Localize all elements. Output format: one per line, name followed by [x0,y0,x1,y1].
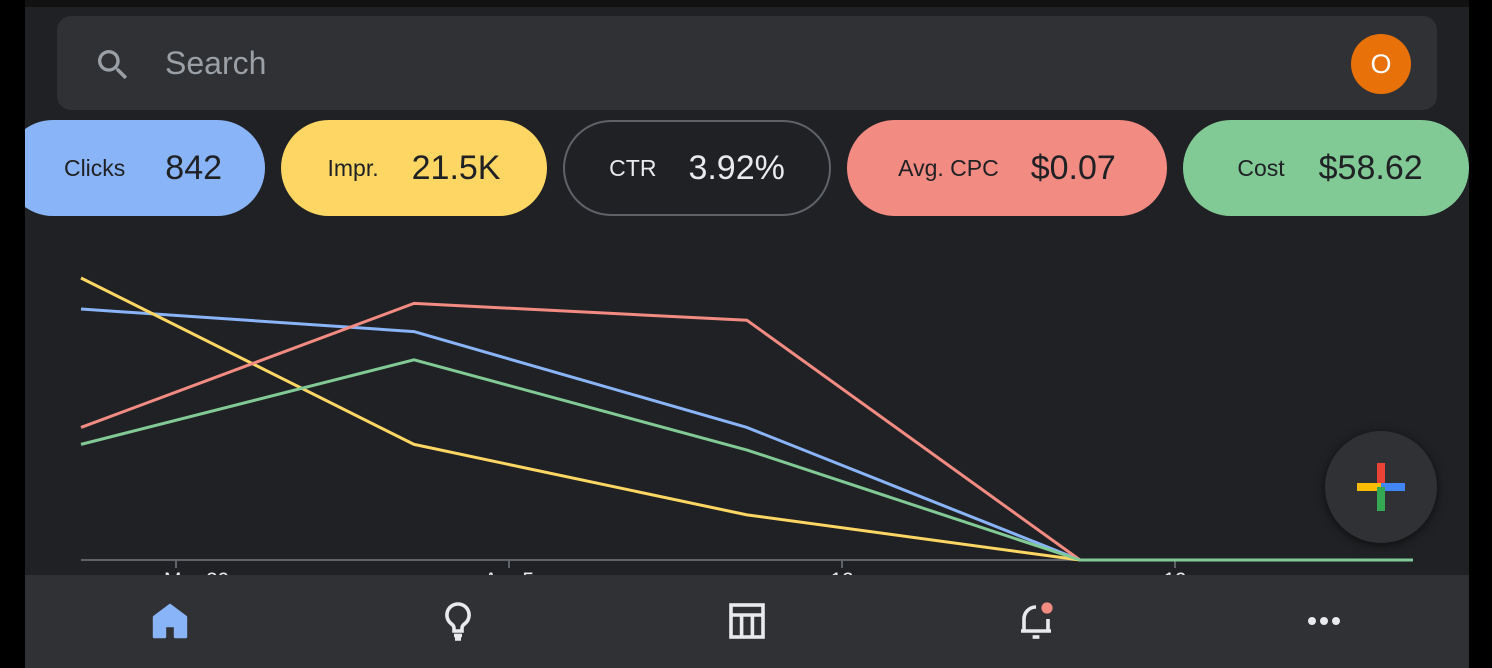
series-line-2 [80,301,1413,562]
nav-notifications[interactable] [1012,597,1060,645]
metric-label: CTR [609,154,657,181]
nav-home[interactable] [146,597,194,645]
metric-chip-cost[interactable]: Cost $58.62 [1183,120,1469,216]
performance-chart: Mar 29Apr 51219 [80,276,1413,575]
metric-label: Cost [1237,154,1285,181]
bottom-navigation [25,575,1469,668]
search-input[interactable]: Search [165,44,266,82]
metric-chip-clicks[interactable]: Clicks 842 [25,120,265,216]
series-line-0 [80,307,1413,562]
nav-recommendations[interactable] [434,597,482,645]
metric-label: Avg. CPC [898,154,999,181]
metric-value: 842 [165,148,223,187]
nav-more[interactable] [1300,597,1348,645]
status-strip [25,0,1469,7]
metric-label: Clicks [63,154,126,181]
notification-badge [1039,600,1055,616]
app-screen: Search O Clicks 842 Impr. 21.5K CTR 3.92… [25,0,1469,668]
metric-chip-ctr[interactable]: CTR 3.92% [563,120,831,216]
metric-label: Impr. [327,154,379,181]
notifications-icon [1021,600,1055,639]
metric-chip-impressions[interactable]: Impr. 21.5K [281,120,547,216]
plus-icon [1357,463,1405,511]
metric-value: $0.07 [1030,148,1116,187]
lightbulb-icon [445,602,471,641]
search-bar[interactable]: Search O [57,16,1437,110]
metric-chip-avg-cpc[interactable]: Avg. CPC $0.07 [847,120,1167,216]
table-icon [729,603,765,639]
series-line-3 [80,358,1413,562]
create-button[interactable] [1325,431,1437,543]
search-icon[interactable] [93,45,133,85]
avatar[interactable]: O [1351,34,1411,94]
metric-value: 21.5K [411,148,501,187]
more-icon [1308,617,1340,625]
metric-value: 3.92% [688,148,785,187]
nav-campaigns[interactable] [723,597,771,645]
metric-value: $58.62 [1318,148,1423,187]
home-icon [152,603,188,639]
